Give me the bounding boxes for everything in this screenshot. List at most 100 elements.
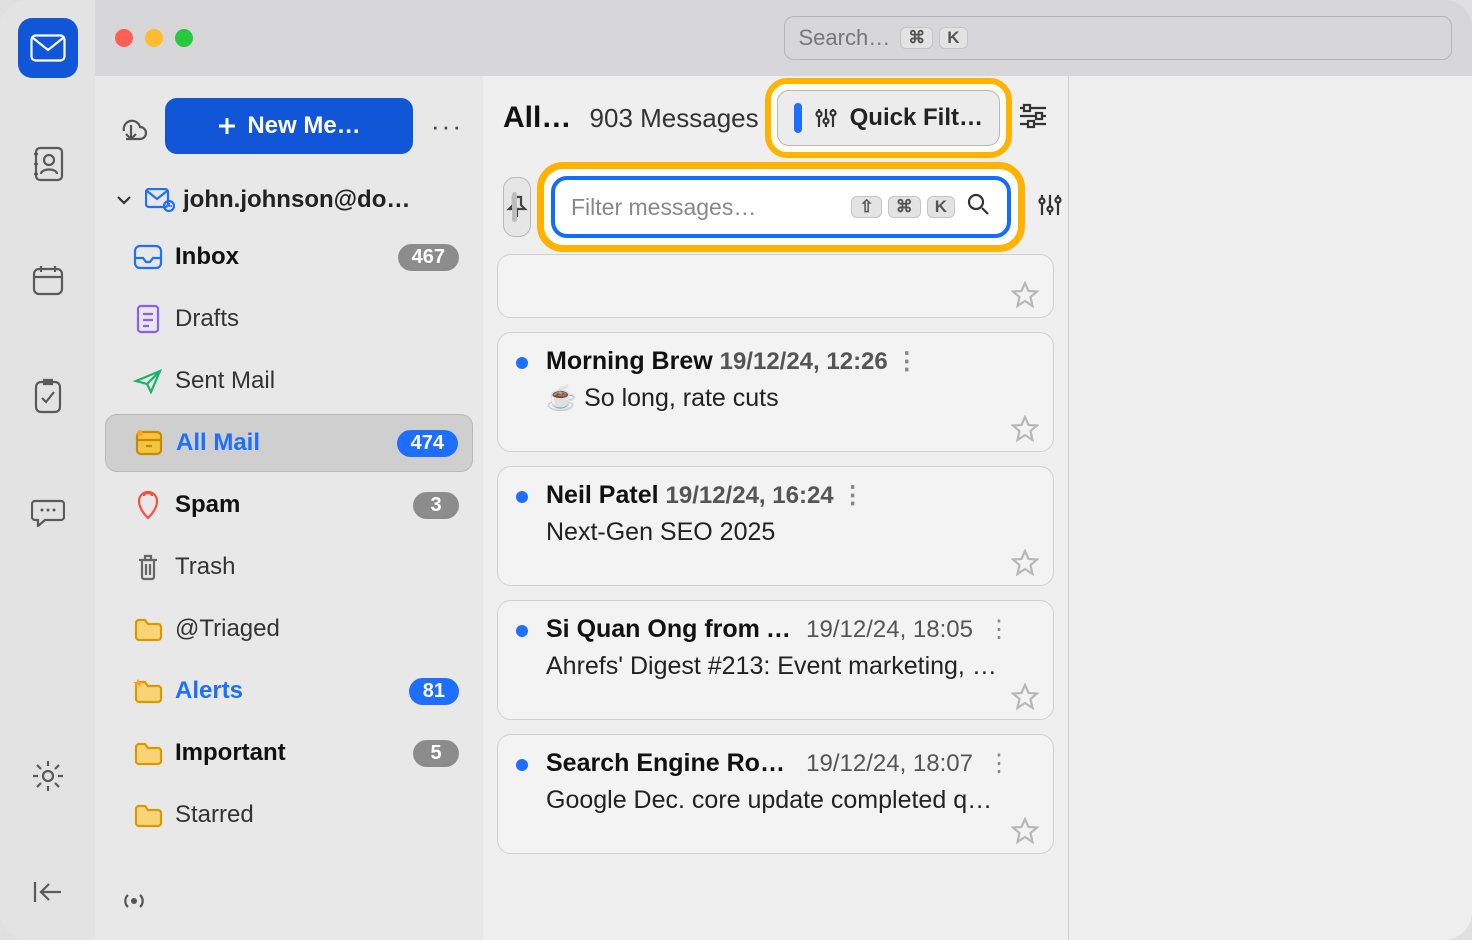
sidebar-item-important[interactable]: Important 5	[105, 724, 473, 782]
message-sender: Si Quan Ong from Ahrefs …	[546, 615, 792, 644]
sidebar-item-drafts[interactable]: Drafts	[105, 290, 473, 348]
rail-chat[interactable]	[18, 482, 78, 542]
rail-collapse[interactable]	[18, 862, 78, 922]
filter-kbd: ⇧ ⌘ K	[851, 196, 955, 218]
sent-icon	[131, 368, 165, 394]
message-menu[interactable]: ⋮	[841, 482, 865, 509]
message-item[interactable]: Morning Brew 19/12/24, 12:26 ⋮ ☕ So long…	[497, 332, 1054, 452]
unread-dot	[516, 759, 528, 771]
rail-settings[interactable]	[18, 746, 78, 806]
message-date: 19/12/24, 16:24	[666, 482, 834, 509]
pin-icon	[504, 194, 530, 220]
filter-options-button[interactable]	[1037, 193, 1063, 222]
collapse-icon	[31, 878, 65, 906]
filter-input[interactable]: Filter messages… ⇧ ⌘ K	[551, 176, 1011, 238]
rail-mail[interactable]	[18, 18, 78, 78]
sidebar-item-allmail[interactable]: All Mail 474	[105, 414, 473, 472]
quick-filter-highlight: Quick Filt…	[777, 90, 1000, 146]
folder-sidebar: New Me… ··· john.johnson@do… Inbox 467 D…	[95, 76, 483, 940]
window-close[interactable]	[115, 29, 133, 47]
rail-calendar[interactable]	[18, 250, 78, 310]
status-indicator	[105, 878, 473, 930]
app-rail	[0, 0, 95, 940]
message-item[interactable]: Neil Patel 19/12/24, 16:24 ⋮ Next-Gen SE…	[497, 466, 1054, 586]
inbox-icon	[131, 244, 165, 270]
star-toggle[interactable]	[1011, 817, 1039, 845]
global-search[interactable]: Search… ⌘ K	[784, 16, 1453, 60]
unread-dot	[516, 357, 528, 369]
star-toggle[interactable]	[1011, 415, 1039, 443]
pin-toggle[interactable]	[503, 177, 531, 237]
folder-label: Important	[175, 739, 399, 767]
account-icon	[145, 188, 175, 212]
folder-label: Drafts	[175, 305, 459, 333]
folder-count: 5	[413, 740, 459, 767]
quick-filter-indicator	[794, 103, 802, 133]
folder-label: Inbox	[175, 243, 384, 271]
unread-dot	[516, 625, 528, 637]
message-subject: Next-Gen SEO 2025	[546, 518, 1003, 547]
window-fullscreen[interactable]	[175, 29, 193, 47]
message-menu[interactable]: ⋮	[987, 615, 1003, 644]
star-toggle[interactable]	[1011, 549, 1039, 577]
rail-contacts[interactable]	[18, 134, 78, 194]
message-date: 19/12/24, 12:26	[720, 348, 888, 375]
folder-label: Starred	[175, 801, 459, 829]
plus-icon	[217, 116, 237, 136]
view-settings-button[interactable]	[1018, 103, 1048, 134]
folder-count: 474	[397, 430, 458, 457]
account-label: john.johnson@do…	[183, 186, 410, 214]
account-row[interactable]: john.johnson@do…	[105, 180, 473, 220]
message-subject: Ahrefs' Digest #213: Event marketing, PP…	[546, 652, 1003, 681]
folder-y-icon	[131, 616, 165, 642]
sidebar-item-starred[interactable]: Starred	[105, 786, 473, 844]
message-item[interactable]: Search Engine Roundtable… 19/12/24, 18:0…	[497, 734, 1054, 854]
sidebar-item-inbox[interactable]: Inbox 467	[105, 228, 473, 286]
spam-icon	[131, 490, 165, 520]
folder-label: Sent Mail	[175, 367, 459, 395]
message-count: 903 Messages	[590, 103, 759, 134]
folder-label: All Mail	[176, 429, 383, 457]
sync-icon[interactable]	[111, 111, 151, 141]
unread-dot	[516, 491, 528, 503]
message-date: 19/12/24, 18:05	[806, 616, 973, 644]
message-menu[interactable]: ⋮	[895, 348, 919, 375]
window-minimize[interactable]	[145, 29, 163, 47]
sidebar-item-sent[interactable]: Sent Mail	[105, 352, 473, 410]
new-message-button[interactable]: New Me…	[165, 98, 413, 154]
sidebar-more[interactable]: ···	[427, 111, 467, 142]
rail-tasks[interactable]	[18, 366, 78, 426]
star-toggle[interactable]	[1011, 281, 1039, 309]
mail-icon	[30, 34, 66, 62]
message-item[interactable]: Si Quan Ong from Ahrefs … 19/12/24, 18:0…	[497, 600, 1054, 720]
folder-label: @Triaged	[175, 615, 459, 643]
filter-bar: Filter messages… ⇧ ⌘ K	[483, 160, 1068, 254]
quick-filter-label: Quick Filt…	[850, 104, 983, 132]
sliders-icon	[1037, 193, 1063, 217]
star-toggle[interactable]	[1011, 683, 1039, 711]
folder-y-star-icon	[131, 677, 165, 705]
sidebar-item-trash[interactable]: Trash	[105, 538, 473, 596]
calendar-icon	[31, 263, 65, 297]
drafts-icon	[131, 304, 165, 334]
sidebar-item-spam[interactable]: Spam 3	[105, 476, 473, 534]
message-subject: ☕ So long, rate cuts	[546, 384, 1003, 413]
list-header: All M… 903 Messages Quick Filt…	[483, 76, 1068, 160]
reading-pane	[1068, 76, 1472, 940]
window-controls	[115, 29, 193, 47]
quick-filter-button[interactable]: Quick Filt…	[777, 90, 1000, 146]
sidebar-item-triaged[interactable]: @Triaged	[105, 600, 473, 658]
filter-input-highlight: Filter messages… ⇧ ⌘ K	[551, 176, 1011, 238]
sidebar-item-alerts[interactable]: Alerts 81	[105, 662, 473, 720]
folder-label: Trash	[175, 553, 459, 581]
contacts-icon	[32, 146, 64, 182]
message-stub[interactable]	[497, 254, 1054, 318]
search-kbd: ⌘ K	[900, 27, 967, 49]
tasks-icon	[32, 378, 64, 414]
main-column: All M… 903 Messages Quick Filt…	[483, 76, 1068, 940]
search-placeholder: Search…	[799, 25, 891, 51]
message-list: Morning Brew 19/12/24, 12:26 ⋮ ☕ So long…	[483, 254, 1068, 940]
message-menu[interactable]: ⋮	[987, 749, 1003, 778]
broadcast-icon	[121, 888, 147, 914]
search-icon	[965, 191, 991, 223]
